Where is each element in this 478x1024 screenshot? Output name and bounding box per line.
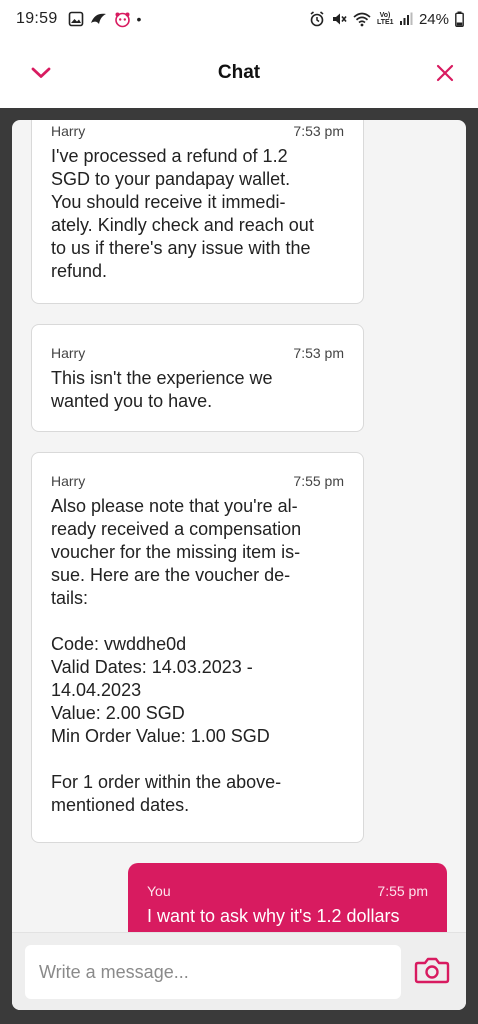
outgoing-message-bubble: You 7:55 pm I want to ask why it's 1.2 d…	[128, 863, 447, 932]
wifi-icon	[353, 12, 371, 27]
status-right: Vo) LTE1 24%	[309, 11, 464, 28]
close-icon	[436, 64, 454, 82]
message-text: I've processed a refund of 1.2 SGD to yo…	[51, 146, 314, 281]
chat-panel: Harry 7:53 pm I've processed a refund of…	[12, 120, 466, 1010]
message-time: 7:53 pm	[293, 345, 344, 361]
status-time: 19:59	[16, 10, 58, 27]
message-bubble: Harry 7:53 pm I've processed a refund of…	[31, 120, 364, 304]
message-list[interactable]: Harry 7:53 pm I've processed a refund of…	[12, 120, 466, 932]
message-text: Also please note that you're al- ready r…	[51, 496, 302, 815]
message-input[interactable]	[25, 945, 401, 999]
notification-icons: •	[68, 11, 142, 28]
collapse-chat-button[interactable]	[24, 56, 58, 90]
message-sender: Harry	[51, 123, 86, 139]
network-label: Vo) LTE1	[376, 12, 394, 26]
chevron-down-icon	[31, 67, 51, 78]
message-composer	[12, 932, 466, 1010]
camera-button[interactable]	[414, 955, 450, 989]
message-time: 7:55 pm	[377, 883, 428, 899]
close-chat-button[interactable]	[428, 56, 462, 90]
status-bar: 19:59 • Vo) LTE1 24%	[0, 0, 478, 38]
message-sender: You	[147, 883, 171, 899]
signal-icon	[399, 12, 413, 25]
message-meta: Harry 7:53 pm	[51, 123, 344, 139]
panda-icon	[114, 12, 130, 27]
battery-icon	[455, 11, 464, 27]
message-text: This isn't the experience we wanted you …	[51, 368, 273, 411]
message-time: 7:53 pm	[293, 123, 344, 139]
message-meta: Harry 7:53 pm	[51, 345, 344, 361]
mute-icon	[332, 13, 347, 25]
message-sender: Harry	[51, 345, 86, 361]
message-time: 7:55 pm	[293, 473, 344, 489]
gallery-icon	[68, 11, 83, 27]
chat-header: Chat	[0, 38, 478, 108]
camera-icon	[414, 957, 450, 984]
app-notification-icon	[90, 13, 106, 24]
message-text: I want to ask why it's 1.2 dollars	[147, 906, 400, 926]
page-title: Chat	[217, 62, 261, 83]
alarm-icon	[310, 11, 324, 27]
more-notifications-dot: •	[136, 11, 142, 27]
message-bubble: Harry 7:55 pm Also please note that you'…	[31, 452, 364, 843]
message-bubble: Harry 7:53 pm This isn't the experience …	[31, 324, 364, 432]
message-meta: You 7:55 pm	[147, 883, 428, 899]
message-sender: Harry	[51, 473, 86, 489]
battery-percentage: 24%	[418, 10, 449, 28]
message-meta: Harry 7:55 pm	[51, 473, 344, 489]
